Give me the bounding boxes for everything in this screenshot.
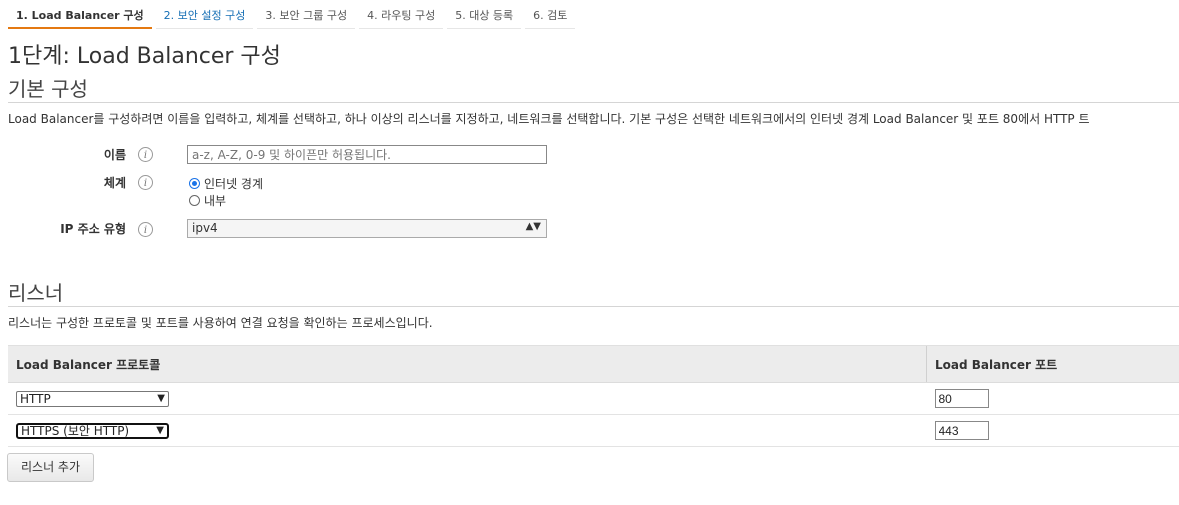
scheme-option-internet-facing[interactable]: 인터넷 경계	[189, 175, 263, 192]
port-input[interactable]	[934, 389, 989, 408]
table-row: HTTPS (보안 HTTP) ▼	[8, 414, 1179, 447]
protocol-value: HTTPS (보안 HTTP)	[21, 423, 130, 438]
radio-checked-icon[interactable]	[189, 178, 200, 189]
column-header-protocol: Load Balancer 프로토콜	[8, 345, 927, 383]
port-input[interactable]	[934, 421, 989, 440]
ip-type-select[interactable]: ipv4 ▲▼	[187, 219, 547, 238]
protocol-select[interactable]: HTTP ▼	[16, 390, 169, 407]
info-icon[interactable]: i	[138, 175, 153, 190]
info-icon[interactable]: i	[138, 222, 153, 237]
ip-type-label: IP 주소 유형	[60, 222, 126, 236]
select-arrows-icon: ▲▼	[525, 221, 541, 232]
table-row: HTTP ▼	[8, 382, 1179, 415]
tab-step-4[interactable]: 4. 라우팅 구성	[359, 0, 444, 29]
basic-config-description: Load Balancer를 구성하려면 이름을 입력하고, 체계를 선택하고,…	[8, 112, 1090, 126]
radio-unchecked-icon[interactable]	[189, 195, 200, 206]
add-listener-button[interactable]: 리스너 추가	[7, 453, 94, 482]
scheme-option-label: 인터넷 경계	[204, 177, 264, 191]
tab-step-6[interactable]: 6. 검토	[525, 0, 576, 29]
column-header-port: Load Balancer 포트	[926, 345, 1179, 383]
section-divider	[8, 306, 1179, 307]
info-icon[interactable]: i	[138, 147, 153, 162]
listeners-description: 리스너는 구성한 프로토콜 및 포트를 사용하여 연결 요청을 확인하는 프로세…	[8, 316, 433, 330]
chevron-down-icon: ▼	[157, 392, 165, 404]
chevron-down-icon: ▼	[156, 424, 164, 436]
protocol-select[interactable]: HTTPS (보안 HTTP) ▼	[16, 422, 169, 439]
scheme-label: 체계	[103, 176, 126, 190]
scheme-option-label: 내부	[204, 194, 227, 208]
scheme-option-internal[interactable]: 내부	[189, 192, 226, 209]
tab-step-3[interactable]: 3. 보안 그룹 구성	[257, 0, 356, 29]
name-input[interactable]	[187, 145, 547, 164]
wizard-steps: 1. Load Balancer 구성 2. 보안 설정 구성 3. 보안 그룹…	[8, 0, 579, 29]
tab-step-1[interactable]: 1. Load Balancer 구성	[8, 0, 152, 29]
name-label: 이름	[103, 148, 126, 162]
listeners-table: Load Balancer 프로토콜 Load Balancer 포트 HTTP…	[8, 345, 1179, 447]
table-header-row: Load Balancer 프로토콜 Load Balancer 포트	[8, 345, 1179, 383]
ip-type-value: ipv4	[192, 221, 218, 235]
section-divider	[8, 102, 1179, 103]
protocol-value: HTTP	[20, 391, 51, 406]
page-title: 1단계: Load Balancer 구성	[8, 44, 281, 69]
tab-step-2[interactable]: 2. 보안 설정 구성	[155, 0, 254, 29]
basic-config-heading: 기본 구성	[8, 77, 88, 101]
tab-step-5[interactable]: 5. 대상 등록	[447, 0, 522, 29]
listeners-heading: 리스너	[8, 281, 64, 305]
